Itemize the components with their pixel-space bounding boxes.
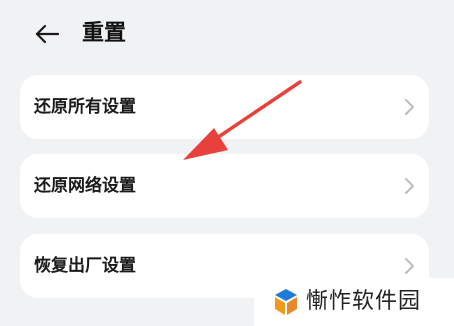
arrow-left-icon xyxy=(35,24,60,44)
back-button[interactable] xyxy=(30,18,64,50)
chevron-right-icon xyxy=(405,258,414,274)
watermark: 慚怍软件园 xyxy=(254,278,454,326)
reset-network-settings-item[interactable]: 还原网络设置 xyxy=(20,154,429,218)
watermark-logo-icon xyxy=(275,289,297,315)
reset-network-settings-label: 还原网络设置 xyxy=(34,176,136,196)
chevron-right-icon xyxy=(405,178,414,194)
reset-all-settings-item[interactable]: 还原所有设置 xyxy=(20,75,429,139)
watermark-text: 慚怍软件园 xyxy=(306,289,422,314)
factory-reset-label: 恢复出厂设置 xyxy=(34,256,136,276)
page-title: 重置 xyxy=(82,21,127,46)
app-header: 重置 xyxy=(0,0,454,70)
reset-all-settings-label: 还原所有设置 xyxy=(34,97,136,117)
chevron-right-icon xyxy=(405,99,414,115)
